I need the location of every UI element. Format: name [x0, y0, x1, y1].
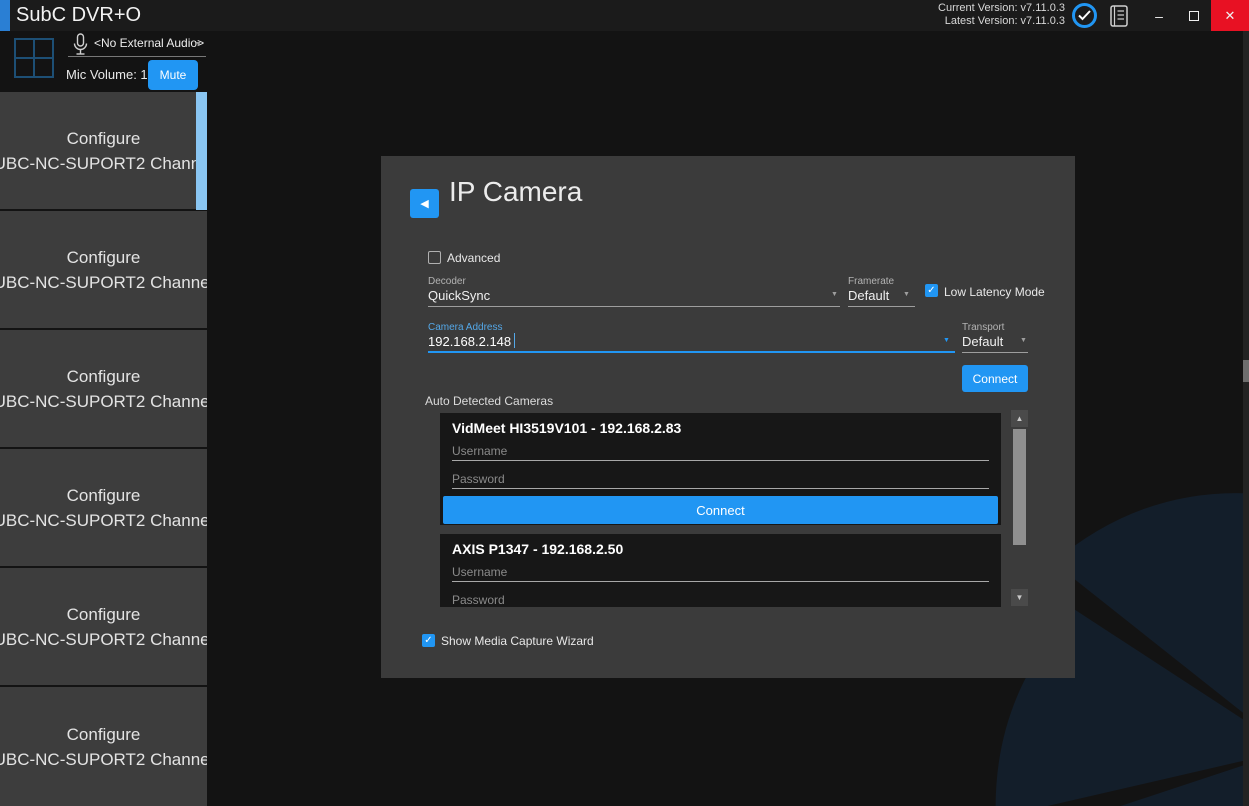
camera-title: AXIS P1347 - 192.168.2.50	[452, 541, 623, 557]
mic-volume-label: Mic Volume: 10	[66, 67, 155, 82]
decoder-select[interactable]: QuickSync	[428, 288, 490, 303]
channel-panel-line2: UBC-NC-SUPORT2 Channel	[0, 270, 207, 295]
decoder-label: Decoder	[428, 276, 466, 287]
channel-panel-line1: Configure	[67, 126, 141, 151]
channel-panel-2[interactable]: Configure UBC-NC-SUPORT2 Channel	[0, 211, 207, 328]
book-icon	[1109, 5, 1129, 27]
channel-panel-line2: UBC-NC-SUPORT2 Channel	[0, 627, 207, 652]
channel-panel-line1: Configure	[67, 245, 141, 270]
channel-panel-5[interactable]: Configure UBC-NC-SUPORT2 Channel	[0, 568, 207, 685]
camera-list: VidMeet HI3519V101 - 192.168.2.83 Connec…	[434, 410, 1008, 607]
advanced-checkbox[interactable]	[428, 251, 441, 264]
minimize-button[interactable]: –	[1143, 0, 1175, 31]
channel-panel-6[interactable]: Configure UBC-NC-SUPORT2 Channel	[0, 687, 207, 806]
arrow-down-icon: ▼	[1016, 593, 1024, 602]
transport-label: Transport	[962, 322, 1004, 333]
channel-panel-1[interactable]: Configure UBC-NC-SUPORT2 Channel	[0, 92, 207, 209]
window-scrollbar-track[interactable]	[1243, 31, 1249, 806]
accent-strip	[0, 0, 10, 31]
scroll-down-button[interactable]: ▼	[1011, 589, 1028, 606]
transport-underline	[962, 352, 1028, 353]
framerate-underline	[848, 306, 915, 307]
connect-button[interactable]: Connect	[962, 365, 1028, 392]
channel-panel-4[interactable]: Configure UBC-NC-SUPORT2 Channel	[0, 449, 207, 566]
channel-panel-line1: Configure	[67, 483, 141, 508]
chevron-down-icon[interactable]: ▼	[943, 337, 950, 344]
channel-panel-line2: UBC-NC-SUPORT2 Channel	[0, 508, 207, 533]
channel-panel-line2: UBC-NC-SUPORT2 Channel	[0, 747, 207, 772]
decoder-underline	[428, 306, 840, 307]
mute-button[interactable]: Mute	[148, 60, 198, 90]
camera-card-vidmeet: VidMeet HI3519V101 - 192.168.2.83 Connec…	[440, 413, 1001, 525]
current-version-text: Current Version: v7.11.0.3	[845, 2, 1065, 15]
app-window: SubC DVR+O Current Version: v7.11.0.3 La…	[0, 0, 1249, 806]
chevron-down-icon: ▼	[195, 41, 202, 48]
checkmark-icon	[1078, 10, 1091, 21]
transport-select[interactable]: Default	[962, 334, 1003, 349]
close-button[interactable]: ✕	[1211, 0, 1249, 31]
external-audio-select[interactable]: <No External Audio>	[94, 36, 204, 50]
channel-panel-line1: Configure	[67, 602, 141, 627]
selected-channel-indicator	[196, 92, 207, 210]
arrow-up-icon: ▲	[1016, 414, 1024, 423]
text-cursor	[514, 333, 515, 348]
title-bar: SubC DVR+O Current Version: v7.11.0.3 La…	[0, 0, 1249, 31]
chevron-down-icon[interactable]: ▼	[831, 291, 838, 298]
camera-connect-button[interactable]: Connect	[443, 496, 998, 524]
maximize-icon	[1189, 11, 1199, 21]
maximize-button[interactable]	[1178, 0, 1210, 31]
channel-panel-line2: UBC-NC-SUPORT2 Channel	[0, 151, 207, 176]
layout-grid-icon[interactable]	[14, 38, 54, 78]
back-arrow-icon: ◀	[420, 197, 428, 210]
camera-address-underline	[428, 351, 955, 353]
camera-list-scrollbar: ▲ ▼	[1011, 410, 1028, 607]
window-scrollbar-thumb[interactable]	[1243, 360, 1249, 382]
username-field[interactable]	[452, 562, 989, 582]
audio-select-underline	[68, 56, 206, 57]
scroll-up-button[interactable]: ▲	[1011, 410, 1028, 427]
release-notes-icon[interactable]	[1109, 5, 1129, 32]
channel-panel-line2: UBC-NC-SUPORT2 Channel	[0, 389, 207, 414]
ip-camera-dialog: ◀ IP Camera Advanced Decoder QuickSync ▼…	[381, 156, 1075, 678]
channel-panel-3[interactable]: Configure UBC-NC-SUPORT2 Channel	[0, 330, 207, 447]
camera-address-input[interactable]: 192.168.2.148	[428, 334, 511, 349]
framerate-select[interactable]: Default	[848, 288, 889, 303]
auto-detected-label: Auto Detected Cameras	[425, 394, 553, 408]
latest-version-text: Latest Version: v7.11.0.3	[845, 15, 1065, 28]
username-field[interactable]	[452, 441, 989, 461]
update-ok-icon[interactable]	[1072, 3, 1097, 28]
back-button[interactable]: ◀	[410, 189, 439, 218]
camera-address-label: Camera Address	[428, 322, 502, 333]
advanced-label: Advanced	[447, 251, 500, 265]
dialog-title: IP Camera	[449, 176, 582, 208]
camera-title: VidMeet HI3519V101 - 192.168.2.83	[452, 420, 681, 436]
channel-panel-line1: Configure	[67, 364, 141, 389]
channel-panel-line1: Configure	[67, 722, 141, 747]
microphone-icon	[72, 33, 89, 62]
show-wizard-label: Show Media Capture Wizard	[441, 634, 594, 648]
scrollbar-thumb[interactable]	[1013, 429, 1026, 545]
camera-card-axis: AXIS P1347 - 192.168.2.50	[440, 534, 1001, 607]
show-wizard-checkbox[interactable]: ✓	[422, 634, 435, 647]
password-field[interactable]	[452, 590, 989, 607]
chevron-down-icon[interactable]: ▼	[903, 291, 910, 298]
chevron-down-icon[interactable]: ▼	[1020, 337, 1027, 344]
framerate-label: Framerate	[848, 276, 894, 287]
version-info: Current Version: v7.11.0.3 Latest Versio…	[845, 2, 1065, 28]
app-title: SubC DVR+O	[16, 0, 141, 31]
low-latency-checkbox[interactable]: ✓	[925, 284, 938, 297]
grid-divider-v	[33, 40, 35, 76]
password-field[interactable]	[452, 469, 989, 489]
low-latency-label: Low Latency Mode	[944, 285, 1045, 299]
